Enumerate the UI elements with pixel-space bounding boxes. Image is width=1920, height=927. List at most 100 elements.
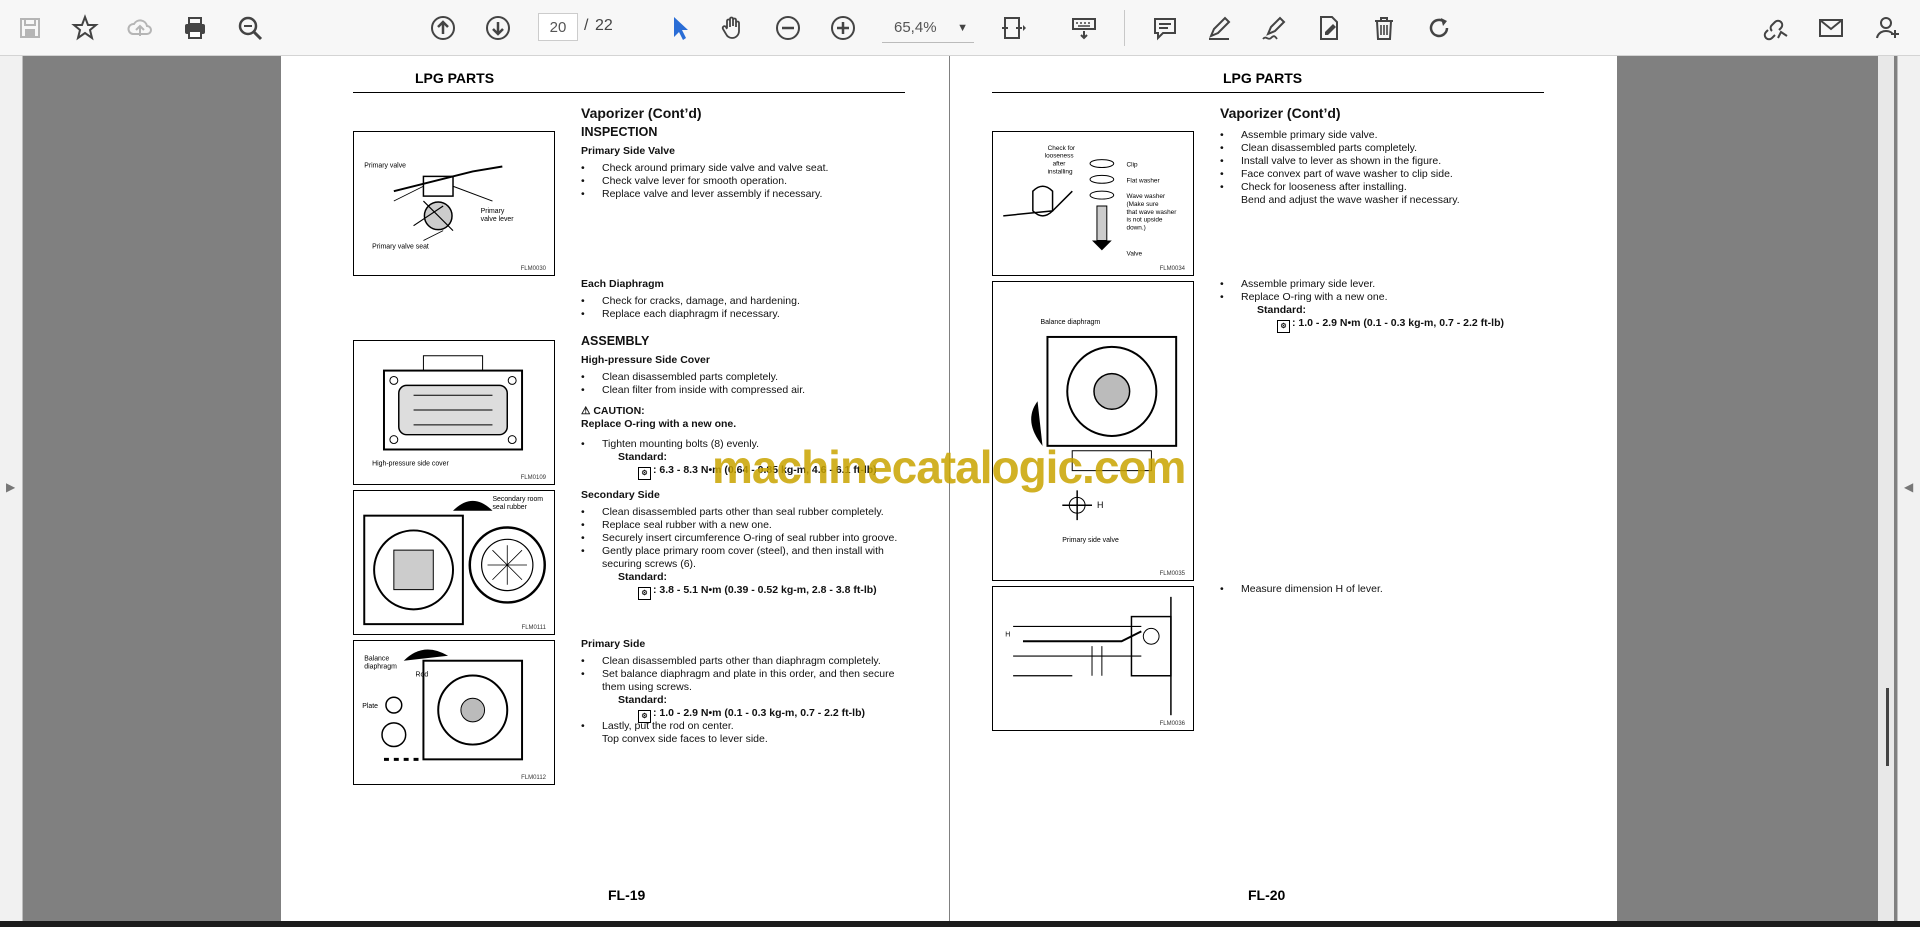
list-item-continued: Bend and adjust the wave washer if neces… (1241, 194, 1460, 206)
fig5-label-12: Valve (1127, 250, 1143, 257)
zoom-value: 65,4% (894, 19, 937, 36)
list-item: Assemble primary side lever. (1220, 278, 1375, 291)
cloud-upload-icon[interactable] (124, 12, 156, 44)
list-item: Assemble primary side valve. (1220, 129, 1377, 142)
fig6-label-3: Primary side valve (1062, 537, 1119, 544)
print-icon[interactable] (179, 12, 211, 44)
header-rule (353, 92, 905, 93)
figure-lever-dimension: H FLM0036 (992, 586, 1194, 731)
list-item: Set balance diaphragm and plate in this … (581, 668, 894, 681)
list-item: Replace O-ring with a new one. (1220, 291, 1387, 304)
fig1-label-4: Primary valve seat (372, 243, 429, 250)
list-item-continued: them using screws. (602, 681, 692, 693)
page-fit-icon[interactable] (998, 12, 1030, 44)
figure-id: FLM0030 (520, 266, 546, 272)
fig5-label-1: Check for (1048, 145, 1076, 152)
email-icon[interactable] (1815, 12, 1847, 44)
torque-value: : 3.8 - 5.1 N•m (0.39 - 0.52 kg-m, 2.8 -… (653, 584, 877, 596)
fig6-label-1: Balance diaphragm (1041, 319, 1101, 326)
standard-label: Standard: (618, 694, 668, 706)
page-up-icon[interactable] (427, 12, 459, 44)
list-item: Clean disassembled parts other than diap… (581, 655, 881, 668)
section-title: Vaporizer (Cont’d) (1220, 105, 1341, 121)
torque-spec: ⚙: 3.8 - 5.1 N•m (0.39 - 0.52 kg-m, 2.8 … (638, 584, 877, 600)
delete-trash-icon[interactable] (1368, 12, 1400, 44)
list-item: Clean disassembled parts completely. (1220, 142, 1417, 155)
figure-id: FLM0035 (1159, 571, 1185, 577)
keyboard-scroll-icon[interactable] (1068, 12, 1100, 44)
figure-valve-assembly: Check for looseness after installing Cli… (992, 131, 1194, 276)
torque-wrench-icon: ⚙ (638, 587, 651, 600)
list-item: Clean filter from inside with compressed… (581, 384, 805, 397)
fig5-label-4: installing (1048, 168, 1073, 175)
export-edit-icon[interactable] (1313, 12, 1345, 44)
list-item-continued: securing screws (6). (602, 558, 696, 570)
list-item: Measure dimension H of lever. (1220, 583, 1383, 596)
list-item: Check for cracks, damage, and hardening. (581, 295, 800, 308)
vertical-scrollbar[interactable] (1878, 56, 1894, 921)
figure-id: FLM0111 (521, 625, 546, 631)
scrollbar-thumb[interactable] (1886, 688, 1889, 766)
each-diaphragm-heading: Each Diaphragm (581, 278, 664, 290)
figure-primary-side: Balance diaphragm Rod Plate FLM0112 (353, 640, 555, 785)
chevron-down-icon: ▼ (957, 22, 968, 34)
fig5-label-2: looseness (1045, 153, 1074, 160)
torque-wrench-icon: ⚙ (1277, 320, 1290, 333)
figure-id: FLM0034 (1159, 266, 1185, 272)
fig5-label-11: down.) (1127, 225, 1146, 232)
page-down-icon[interactable] (482, 12, 514, 44)
zoom-level-select[interactable]: 65,4% ▼ (882, 13, 974, 43)
comment-icon[interactable] (1149, 12, 1181, 44)
hp-cover-heading: High-pressure Side Cover (581, 354, 710, 366)
caution-label: ⚠ CAUTION: (581, 405, 645, 418)
list-item: Securely insert circumference O-ring of … (581, 532, 897, 545)
list-item: Clean disassembled parts completely. (581, 371, 778, 384)
list-item: Replace valve and lever assembly if nece… (581, 188, 822, 201)
page-separator: / (584, 17, 589, 34)
fig5-label-7: Wave washer (1127, 193, 1166, 200)
secondary-side-heading: Secondary Side (581, 489, 660, 501)
page-number-input[interactable]: 20 (538, 13, 578, 41)
list-item: Face convex part of wave washer to clip … (1220, 168, 1453, 181)
list-item: Lastly, put the rod on center. (581, 720, 734, 733)
list-item: Check for looseness after installing. (1220, 181, 1407, 194)
zoom-in-icon[interactable] (827, 12, 859, 44)
add-user-icon[interactable] (1872, 12, 1904, 44)
bookmark-star-icon[interactable] (69, 12, 101, 44)
expand-right-panel-icon[interactable]: ◀ (1904, 480, 1913, 494)
select-cursor-icon[interactable] (664, 12, 696, 44)
list-item: Clean disassembled parts other than seal… (581, 506, 884, 519)
figure-id: FLM0036 (1159, 721, 1185, 727)
standard-label: Standard: (618, 571, 668, 583)
fig2-label-1: High-pressure side cover (372, 460, 449, 467)
figure-id: FLM0112 (521, 775, 546, 781)
fig1-label-1: Primary valve (364, 163, 406, 170)
torque-spec: ⚙: 1.0 - 2.9 N•m (0.1 - 0.3 kg-m, 0.7 - … (1277, 317, 1504, 333)
fig5-label-3: after (1053, 161, 1067, 168)
page-total: 22 (595, 17, 613, 34)
fig5-label-8: (Make sure (1127, 201, 1159, 208)
sign-icon[interactable] (1258, 12, 1290, 44)
list-item: Check valve lever for smooth operation. (581, 175, 787, 188)
page-footer: FL-19 (608, 887, 646, 903)
toolbar: 20 / 22 65,4% ▼ (0, 0, 1920, 56)
highlight-pen-icon[interactable] (1203, 12, 1235, 44)
save-icon[interactable] (14, 12, 46, 44)
fig4-label-2: diaphragm (364, 664, 397, 671)
fig1-label-2: Primary (481, 208, 505, 215)
zoom-out-icon[interactable] (772, 12, 804, 44)
header-rule (992, 92, 1544, 93)
rotate-icon[interactable] (1423, 12, 1455, 44)
expand-left-panel-icon[interactable]: ▶ (6, 480, 15, 494)
fig3-label-1: Secondary room (492, 496, 543, 503)
list-item: Replace seal rubber with a new one. (581, 519, 772, 532)
bottom-bar (0, 921, 1920, 927)
fig3-label-2: seal rubber (492, 504, 527, 511)
assembly-heading: ASSEMBLY (581, 334, 650, 348)
zoom-search-icon[interactable] (234, 12, 266, 44)
figure-secondary-side: Secondary room seal rubber FLM0111 (353, 490, 555, 635)
fig5-label-6: Flat washer (1127, 177, 1161, 184)
hand-tool-icon[interactable] (717, 12, 749, 44)
figure-id: FLM0109 (520, 475, 546, 481)
link-edit-icon[interactable] (1760, 12, 1792, 44)
